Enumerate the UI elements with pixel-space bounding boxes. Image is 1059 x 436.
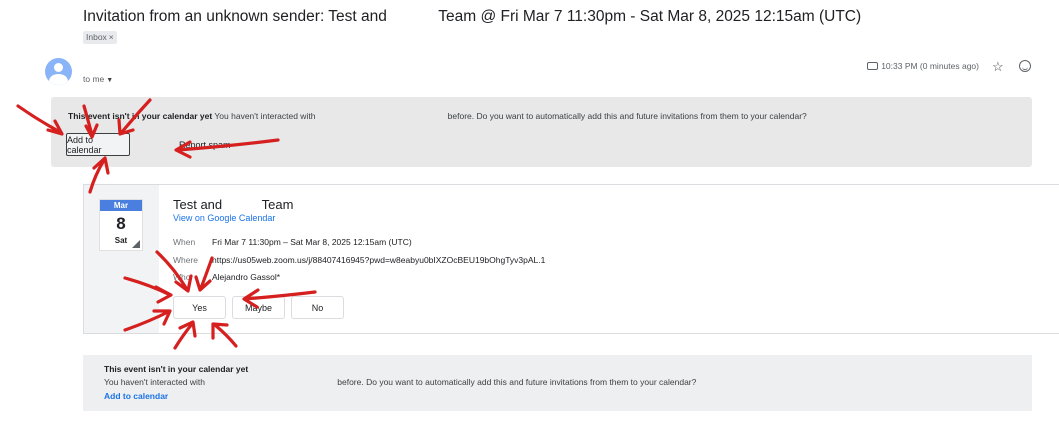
- who-label: Who: [173, 272, 191, 282]
- rsvp-maybe-button[interactable]: Maybe: [232, 296, 285, 319]
- inbox-label-chip[interactable]: Inbox ×: [83, 31, 117, 44]
- date-day: 8: [116, 214, 126, 233]
- view-on-google-calendar-link[interactable]: View on Google Calendar: [173, 213, 275, 223]
- rsvp-no-button[interactable]: No: [291, 296, 344, 319]
- when-value: Fri Mar 7 11:30pm – Sat Mar 8, 2025 12:1…: [212, 237, 412, 247]
- banner-body: You haven't interacted with before. Do y…: [212, 111, 807, 121]
- avatar-icon[interactable]: [45, 58, 72, 85]
- calendar-sidebar: Mar 8 Sat: [84, 185, 159, 333]
- suggestion-body: You haven't interacted with before. Do y…: [104, 377, 697, 387]
- event-title: Test and Team: [173, 197, 294, 212]
- recipient-text: to me: [83, 74, 105, 84]
- email-subject: Invitation from an unknown sender: Test …: [83, 8, 862, 25]
- event-when-row: When Fri Mar 7 11:30pm – Sat Mar 8, 2025 …: [173, 237, 412, 247]
- event-who-row: Who Alejandro Gassol*: [173, 272, 280, 282]
- event-where-row: Where https://us05web.zoom.us/j/884074169…: [173, 255, 545, 265]
- emoji-icon[interactable]: [1019, 60, 1031, 72]
- banner-message: This event isn't in your calendar yet Yo…: [68, 111, 807, 121]
- who-value: Alejandro Gassol*: [212, 272, 281, 282]
- email-timestamp: 10:33 PM (0 minutes ago): [881, 61, 979, 71]
- suggestion-heading: This event isn't in your calendar yet: [104, 364, 249, 374]
- calendar-suggestion-banner: This event isn't in your calendar yet Yo…: [83, 355, 1032, 411]
- where-value[interactable]: https://us05web.zoom.us/j/88407416945?pw…: [212, 255, 545, 265]
- recipient-details[interactable]: to me ▼: [83, 74, 113, 84]
- label-icon: [867, 62, 879, 70]
- inbox-label-text: Inbox: [86, 32, 107, 42]
- date-month: Mar: [100, 200, 142, 211]
- calendar-date-icon: Mar 8 Sat: [99, 199, 143, 251]
- calendar-invite-card: Mar 8 Sat Test and Team View on Google C…: [83, 184, 1059, 334]
- unknown-sender-banner: This event isn't in your calendar yet Yo…: [51, 97, 1032, 167]
- add-to-calendar-button[interactable]: Add to calendar: [66, 133, 130, 156]
- banner-heading: This event isn't in your calendar yet: [68, 111, 213, 121]
- timestamp-row: 10:33 PM (0 minutes ago): [867, 61, 979, 71]
- page-fold-icon: [132, 240, 140, 248]
- chevron-down-icon[interactable]: ▼: [106, 77, 113, 84]
- remove-label-icon[interactable]: ×: [109, 32, 114, 42]
- star-icon[interactable]: ☆: [992, 59, 1004, 75]
- where-label: Where: [173, 255, 199, 265]
- rsvp-yes-button[interactable]: Yes: [173, 296, 226, 319]
- report-spam-button[interactable]: Report spam: [179, 140, 231, 150]
- suggestion-add-to-calendar-link[interactable]: Add to calendar: [104, 391, 168, 401]
- when-label: When: [173, 237, 196, 247]
